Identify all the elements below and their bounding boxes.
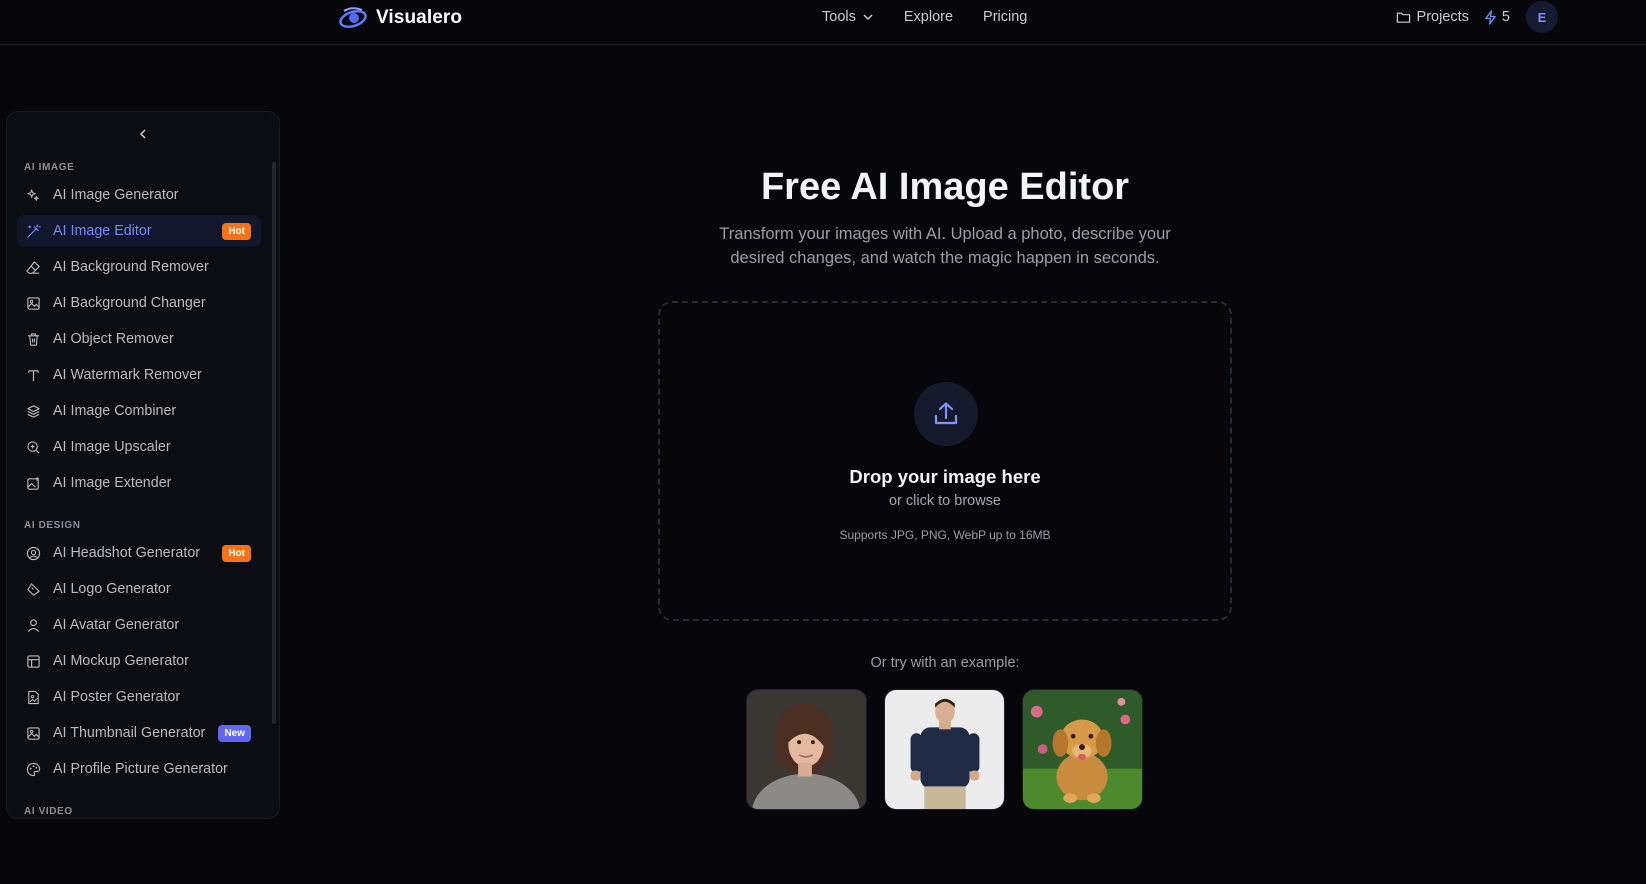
nav-explore-label: Explore [903, 9, 954, 25]
collapse-sidebar-button[interactable] [133, 124, 153, 144]
dropzone-format-note: Supports JPG, PNG, WebP up to 16MB [839, 528, 1051, 542]
sidebar-item-label: AI Background Remover [53, 259, 209, 275]
sidebar-item-label: AI Object Remover [53, 331, 174, 347]
example-images [746, 689, 1143, 810]
sidebar-item-ai-logo-generator[interactable]: AI Logo Generator [17, 573, 261, 605]
chevron-left-icon [139, 129, 146, 139]
sidebar-item-ai-profile-picture-generator[interactable]: AI Profile Picture Generator [17, 753, 261, 785]
sidebar-item-ai-poster-generator[interactable]: AI Poster Generator [17, 681, 261, 713]
sidebar-section-title: AI DESIGN [24, 520, 81, 531]
sidebar-item-label: AI Avatar Generator [53, 617, 180, 633]
sidebar-item-label: AI Image Extender [53, 475, 172, 491]
palette-icon [25, 761, 41, 777]
nav-explore[interactable]: Explore [904, 9, 953, 25]
user-nav: Projects 5 E [1396, 0, 1558, 34]
sidebar-item-label: AI Background Changer [53, 295, 206, 311]
sidebar-item-label: AI Image Combiner [53, 403, 177, 419]
sidebar-item-label: AI Thumbnail Generator [53, 725, 206, 741]
brand-link[interactable]: Visualero [338, 5, 462, 31]
image-plus-icon [25, 475, 41, 491]
sidebar-item-ai-headshot-generator[interactable]: AI Headshot Generator Hot [17, 537, 261, 569]
eraser-icon [25, 259, 41, 275]
file-image-icon [25, 689, 41, 705]
page-title: Free AI Image Editor [760, 166, 1130, 208]
projects-link[interactable]: Projects [1396, 9, 1469, 25]
sidebar-item-ai-avatar-generator[interactable]: AI Avatar Generator [17, 609, 261, 641]
sidebar-item-label: AI Logo Generator [53, 581, 171, 597]
sidebar-item-ai-image-editor[interactable]: AI Image Editor Hot [17, 215, 261, 247]
hot-badge: Hot [222, 545, 251, 562]
example-image-woman[interactable] [746, 689, 867, 810]
type-icon [25, 367, 41, 383]
hot-badge: Hot [222, 223, 251, 240]
sidebar-item-label: AI Poster Generator [53, 689, 181, 705]
nav-tools[interactable]: Tools [822, 9, 874, 25]
new-badge: New [218, 725, 251, 742]
nav-pricing[interactable]: Pricing [983, 9, 1027, 25]
brand-name: Visualero [376, 7, 463, 28]
upload-icon [934, 402, 958, 425]
sidebar-list: AI IMAGE AI Image Generator AI Image Edito… [7, 154, 279, 818]
zoom-in-icon [25, 439, 41, 455]
sidebar-item-ai-background-remover[interactable]: AI Background Remover [17, 251, 261, 283]
sidebar-item-label: AI Image Upscaler [53, 439, 171, 455]
image-dropzone[interactable]: Drop your image here or click to browse … [658, 301, 1232, 621]
user-icon [25, 617, 41, 633]
layers-icon [25, 403, 41, 419]
credits-count: 5 [1501, 9, 1510, 25]
image-icon [25, 295, 41, 311]
nav-pricing-label: Pricing [983, 9, 1028, 25]
sidebar-item-ai-image-upscaler[interactable]: AI Image Upscaler [17, 431, 261, 463]
pen-tool-icon [25, 581, 41, 597]
dropzone-browse-text: or click to browse [888, 493, 1001, 509]
credits-indicator[interactable]: 5 [1483, 9, 1510, 25]
sidebar-item-ai-background-changer[interactable]: AI Background Changer [17, 287, 261, 319]
dog-photo-image [1023, 690, 1142, 809]
sidebar-section-title: AI VIDEO [24, 806, 73, 817]
sidebar-item-ai-watermark-remover[interactable]: AI Watermark Remover [17, 359, 261, 391]
woman-portrait-image [747, 690, 866, 809]
sidebar-item-ai-image-combiner[interactable]: AI Image Combiner [17, 395, 261, 427]
image-icon [25, 725, 41, 741]
avatar[interactable]: E [1526, 1, 1558, 33]
top-navigation-bar: Visualero Tools Explore Pricing Projects… [0, 0, 1646, 45]
dropzone-title: Drop your image here [849, 466, 1041, 487]
upload-icon-circle [914, 382, 978, 446]
examples-label: Or try with an example: [870, 655, 1020, 671]
lightning-icon [1485, 9, 1496, 25]
example-image-man[interactable] [884, 689, 1005, 810]
projects-label: Projects [1416, 9, 1469, 25]
sidebar-item-label: AI Image Editor [53, 223, 152, 239]
tools-sidebar: AI IMAGE AI Image Generator AI Image Edito… [6, 111, 280, 819]
main-nav: Tools Explore Pricing [822, 0, 1027, 34]
sidebar-item-label: AI Watermark Remover [53, 367, 202, 383]
sidebar-item-ai-object-remover[interactable]: AI Object Remover [17, 323, 261, 355]
man-portrait-image [885, 690, 1004, 809]
nav-tools-label: Tools [822, 9, 856, 25]
chevron-down-icon [863, 14, 873, 21]
sidebar-item-ai-image-extender[interactable]: AI Image Extender [17, 467, 261, 499]
magic-wand-icon [25, 223, 41, 239]
folder-icon [1396, 12, 1410, 23]
page-subtitle: Transform your images with AI. Upload a … [719, 225, 1171, 267]
example-image-dog[interactable] [1022, 689, 1143, 810]
sidebar-item-ai-thumbnail-generator[interactable]: AI Thumbnail Generator New [17, 717, 261, 749]
user-circle-icon [25, 545, 41, 561]
trash-icon [25, 331, 41, 347]
sidebar-item-label: AI Headshot Generator [53, 545, 201, 561]
sidebar-item-label: AI Profile Picture Generator [53, 761, 228, 777]
brand-logo-icon [339, 7, 367, 29]
